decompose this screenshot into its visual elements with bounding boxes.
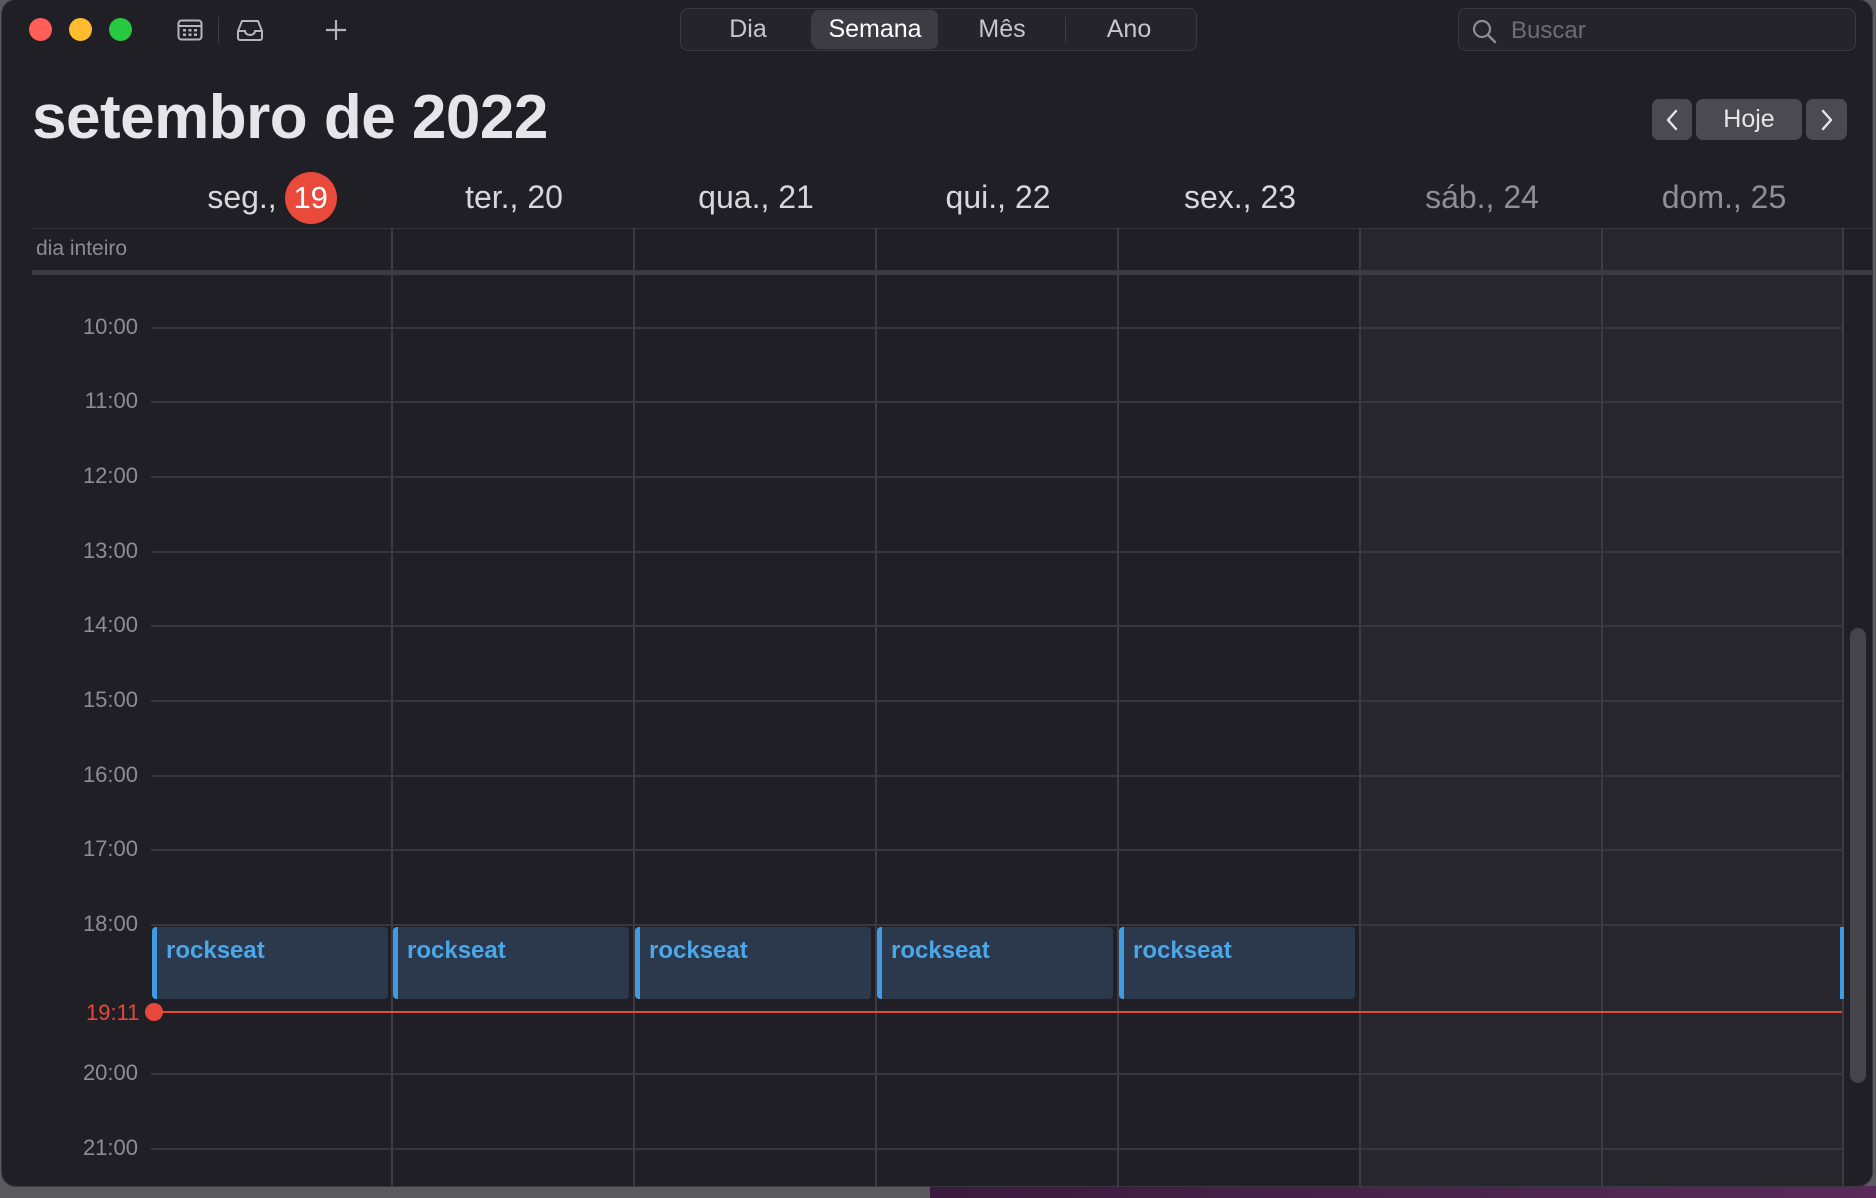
today-date-badge: 19: [284, 171, 337, 224]
day-header-friday[interactable]: sex., 23: [1119, 172, 1361, 222]
hour-label: 14:00: [82, 612, 138, 637]
tab-week[interactable]: Semana: [812, 10, 938, 49]
hour-line: [151, 1148, 1842, 1150]
month-title: setembro de 2022: [32, 83, 548, 152]
tab-month[interactable]: Mês: [939, 10, 1065, 49]
column-divider: [633, 228, 635, 1186]
chevron-left-icon: [1666, 109, 1678, 130]
hour-line: [151, 849, 1842, 851]
search-input[interactable]: [1509, 9, 1843, 52]
column-divider: [1601, 228, 1603, 1186]
close-window-button[interactable]: [29, 18, 52, 41]
event-block[interactable]: rockseat: [877, 927, 1113, 999]
all-day-separator: [32, 270, 1872, 275]
hour-label: 17:00: [82, 836, 138, 861]
all-day-label: dia inteiro: [36, 237, 128, 260]
inbox-icon[interactable]: [234, 14, 266, 46]
vertical-scrollbar[interactable]: [1850, 628, 1866, 1083]
hour-label: 10:00: [82, 314, 138, 339]
day-header-thursday[interactable]: qui., 22: [877, 172, 1119, 222]
day-header-sunday[interactable]: dom., 25: [1603, 172, 1845, 222]
current-time-label: 19:11: [86, 1000, 140, 1025]
hour-label: 15:00: [82, 687, 138, 712]
column-divider: [1359, 228, 1361, 1186]
column-divider: [1842, 228, 1844, 1186]
hour-label: 11:00: [84, 388, 138, 413]
hour-line: [151, 551, 1842, 553]
day-header-monday[interactable]: seg., 19: [151, 171, 393, 224]
event-title: rockseat: [166, 937, 265, 964]
hour-line: [151, 924, 1842, 926]
chevron-right-icon: [1821, 109, 1832, 130]
day-header-saturday[interactable]: sáb., 24: [1361, 172, 1603, 222]
day-header-tuesday[interactable]: ter., 20: [393, 172, 635, 222]
toolbar-divider: [218, 17, 219, 43]
event-block[interactable]: rockseat: [635, 927, 871, 999]
event-title: rockseat: [407, 937, 506, 964]
hour-label: 13:00: [82, 538, 138, 563]
current-time-dot: [145, 1003, 163, 1021]
calendar-window: Dia Semana Mês Ano setembro de 2022 Hoje…: [2, 0, 1872, 1186]
view-segmented-control: Dia Semana Mês Ano: [680, 8, 1197, 51]
event-title: rockseat: [649, 937, 748, 964]
search-field[interactable]: [1458, 8, 1856, 52]
current-time-line: [152, 1011, 1842, 1013]
add-event-plus-icon[interactable]: [320, 14, 352, 46]
hour-label: 12:00: [82, 463, 138, 488]
event-block[interactable]: rockseat: [1119, 927, 1355, 999]
hour-line: [151, 700, 1842, 702]
column-divider: [391, 228, 393, 1186]
hour-label: 20:00: [82, 1060, 138, 1085]
day-header-wednesday[interactable]: qua., 21: [635, 172, 877, 222]
zoom-window-button[interactable]: [109, 18, 132, 41]
header-divider: [32, 228, 1872, 229]
hour-line: [151, 775, 1842, 777]
event-block[interactable]: rockseat: [393, 927, 629, 999]
hour-line: [151, 327, 1842, 329]
hour-label: 18:00: [82, 911, 138, 936]
tab-day[interactable]: Dia: [685, 10, 811, 49]
next-week-button[interactable]: [1806, 99, 1847, 140]
day-header-label: seg.,: [207, 179, 277, 215]
event-title: rockseat: [1133, 937, 1232, 964]
event-title: rockseat: [891, 937, 990, 964]
previous-week-button[interactable]: [1652, 99, 1692, 140]
minimize-window-button[interactable]: [69, 18, 92, 41]
hour-line: [151, 625, 1842, 627]
column-divider: [875, 228, 877, 1186]
column-divider: [1117, 228, 1119, 1186]
hour-line: [151, 1073, 1842, 1075]
today-button[interactable]: Hoje: [1696, 99, 1802, 140]
calendar-list-icon[interactable]: [174, 14, 206, 46]
search-icon: [1471, 18, 1497, 49]
hour-label: 21:00: [82, 1135, 138, 1160]
hour-label: 16:00: [82, 762, 138, 787]
hour-line: [151, 476, 1842, 478]
desktop-background: [930, 1186, 1876, 1198]
tab-year[interactable]: Ano: [1066, 10, 1192, 49]
event-overflow-marker[interactable]: [1840, 927, 1844, 999]
hour-line: [151, 401, 1842, 403]
event-block[interactable]: rockseat: [152, 927, 388, 999]
